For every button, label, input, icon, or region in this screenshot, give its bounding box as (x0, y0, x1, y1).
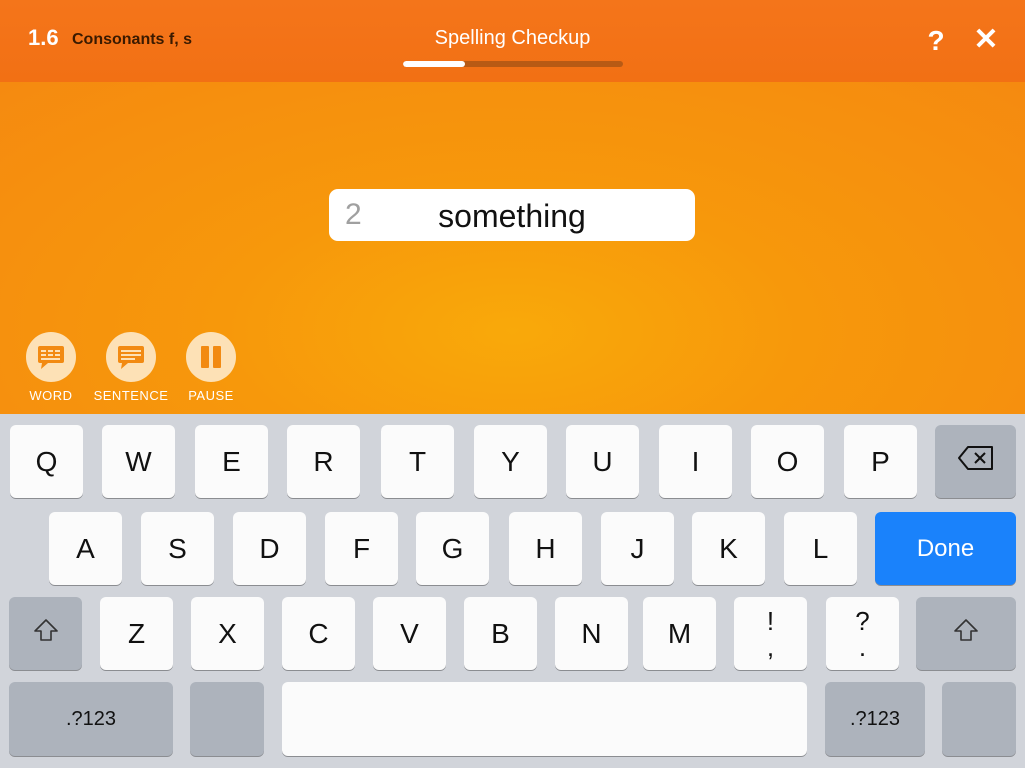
word-label: WORD (29, 388, 73, 403)
progress-fill (403, 61, 465, 67)
key-exclaim-comma[interactable]: ! , (734, 597, 807, 670)
pause-icon (186, 332, 236, 382)
answer-field[interactable]: 2 something (329, 189, 695, 241)
exercise-area: 2 something WORD SENTENCE PAUSE (0, 82, 1025, 414)
key-j[interactable]: J (601, 512, 674, 585)
pause-button[interactable]: PAUSE (166, 332, 256, 403)
close-button[interactable]: ✕ (970, 22, 1002, 58)
emoji-key[interactable] (190, 682, 264, 756)
shift-icon (952, 617, 980, 650)
word-button[interactable]: WORD (6, 332, 96, 403)
progress-bar (403, 61, 623, 67)
backspace-icon (956, 444, 996, 479)
pause-label: PAUSE (188, 388, 234, 403)
key-i[interactable]: I (659, 425, 732, 498)
period-glyph: . (858, 631, 867, 662)
key-s[interactable]: S (141, 512, 214, 585)
backspace-key[interactable] (935, 425, 1016, 498)
key-r[interactable]: R (287, 425, 360, 498)
key-t[interactable]: T (381, 425, 454, 498)
key-g[interactable]: G (416, 512, 489, 585)
answer-text: something (438, 198, 586, 234)
comma-glyph: , (766, 631, 775, 662)
key-w[interactable]: W (102, 425, 175, 498)
keyboard-dismiss-key[interactable] (942, 682, 1016, 756)
key-n[interactable]: N (555, 597, 628, 670)
key-e[interactable]: E (195, 425, 268, 498)
key-k[interactable]: K (692, 512, 765, 585)
key-a[interactable]: A (49, 512, 122, 585)
key-y[interactable]: Y (474, 425, 547, 498)
key-d[interactable]: D (233, 512, 306, 585)
speech-bubble-icon (26, 332, 76, 382)
shift-key-right[interactable] (916, 597, 1016, 670)
numbers-key-right[interactable]: .?123 (825, 682, 925, 756)
key-v[interactable]: V (373, 597, 446, 670)
key-h[interactable]: H (509, 512, 582, 585)
sentence-label: SENTENCE (93, 388, 169, 403)
shift-key-left[interactable] (9, 597, 82, 670)
help-button[interactable]: ? (922, 24, 950, 58)
question-glyph: ? (855, 605, 870, 636)
on-screen-keyboard: Q W E R T Y U I O P A S D F G H J K L Do… (0, 414, 1025, 768)
space-bar[interactable] (282, 682, 807, 756)
key-p[interactable]: P (844, 425, 917, 498)
sentence-button[interactable]: SENTENCE (86, 332, 176, 403)
shift-icon (32, 617, 60, 650)
screen-title: Spelling Checkup (434, 27, 591, 49)
key-question-period[interactable]: ? . (826, 597, 899, 670)
key-f[interactable]: F (325, 512, 398, 585)
top-bar: 1.6 Consonants f, s Spelling Checkup ? ✕ (0, 0, 1025, 82)
key-o[interactable]: O (751, 425, 824, 498)
key-z[interactable]: Z (100, 597, 173, 670)
key-b[interactable]: B (464, 597, 537, 670)
key-u[interactable]: U (566, 425, 639, 498)
key-q[interactable]: Q (10, 425, 83, 498)
speech-bubble-lines-icon (106, 332, 156, 382)
key-l[interactable]: L (784, 512, 857, 585)
exclaim-glyph: ! (766, 605, 775, 636)
numbers-key-left[interactable]: .?123 (9, 682, 173, 756)
key-m[interactable]: M (643, 597, 716, 670)
key-x[interactable]: X (191, 597, 264, 670)
done-key[interactable]: Done (875, 512, 1016, 585)
key-c[interactable]: C (282, 597, 355, 670)
